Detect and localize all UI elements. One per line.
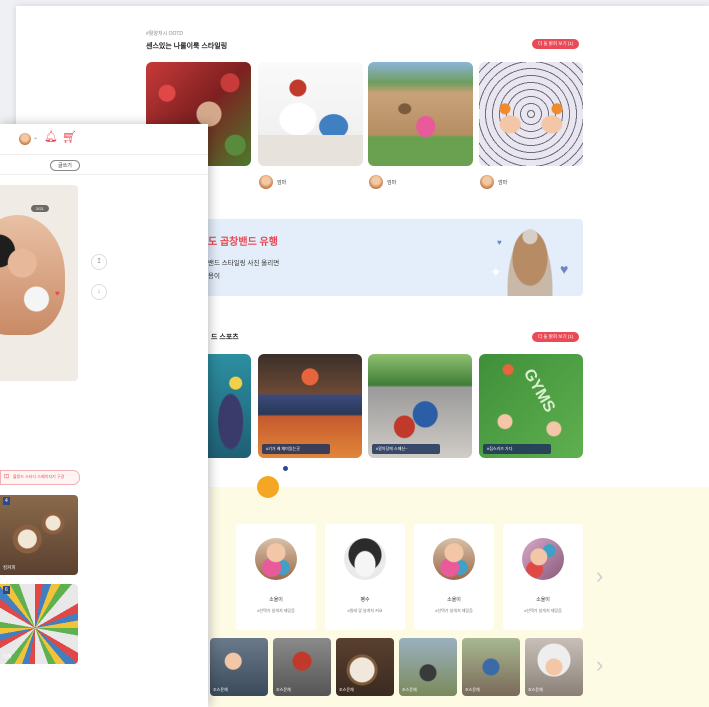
- thumb-label: 러케: [3, 654, 12, 659]
- sports-tag: #기거 배 재미있는곳: [262, 444, 330, 454]
- strip-label: 조스윤채: [528, 687, 543, 692]
- front-window: ⌄ 🔔︎ 🛒︎ 글쓰기 2/21 ♥ ↥ ↓ ⊡ 블랑드 스타디 스페이지기 구…: [0, 124, 208, 707]
- banner-headline: 도 곱창밴드 유행: [208, 237, 278, 248]
- promo-pill[interactable]: ⊡ 블랑드 스타디 스페이지기 구경: [0, 470, 80, 485]
- strip-label: 조스윤채: [213, 687, 228, 692]
- heart-icon: ♥: [560, 261, 569, 277]
- main-photo-card[interactable]: 2/21 ♥: [0, 185, 78, 381]
- banner-line2: 용이: [208, 273, 220, 280]
- main-photo: [0, 215, 65, 335]
- friend-name: 소울이: [447, 597, 461, 603]
- banner-girl-image: [506, 227, 554, 296]
- ootd-photo-2[interactable]: [258, 62, 363, 166]
- user-name: 엄마: [498, 180, 508, 186]
- divider: [0, 174, 208, 175]
- front-header: [0, 124, 208, 155]
- section1-title: 센스있는 나롤이룩 스타일링: [146, 43, 228, 50]
- friend-desc: #선택가 날개처 재밌음: [257, 608, 295, 613]
- arrow-down-icon[interactable]: ↓: [91, 284, 107, 300]
- sports-tag: #알아당에 스페신~: [372, 444, 440, 454]
- friend-name: 펭수: [360, 597, 370, 603]
- heart-icon: ♥: [55, 289, 60, 298]
- sports-photo-3[interactable]: #알아당에 스페신~: [368, 354, 472, 458]
- strip-photo[interactable]: 조스윤채: [525, 638, 583, 696]
- section2-more-button[interactable]: 더 둘 밝혀 보기 (1): [532, 332, 580, 342]
- strip-photo[interactable]: 조스윤채: [210, 638, 268, 696]
- friend-card[interactable]: 소울이 #선택가 날개처 재밌음: [236, 524, 316, 630]
- cart-icon[interactable]: 🛒︎: [62, 130, 77, 144]
- strip-photo[interactable]: 조스윤채: [462, 638, 520, 696]
- sports-photo-4[interactable]: GYMS #짐스키즈 가다: [479, 354, 583, 458]
- user-avatar[interactable]: [369, 175, 383, 189]
- friend-card[interactable]: 펭수 #원래 맞 날개처 커요: [325, 524, 405, 630]
- banner-line1: 밴드 스타일링 사진 올리면: [208, 260, 280, 267]
- friend-card[interactable]: 소울이 #선택가 날개처 재밌음: [503, 524, 583, 630]
- strip-photo[interactable]: 조스윤채: [336, 638, 394, 696]
- bell-icon[interactable]: 🔔︎: [44, 130, 58, 143]
- thumb-index: 4: [3, 497, 10, 505]
- thumb-label: 킹커피: [3, 565, 16, 570]
- section1-eyebrow: #활양저시 OOTD: [146, 31, 184, 37]
- section1-more-button[interactable]: 더 둘 밝혀 보기 (1): [532, 39, 580, 49]
- chevron-right-icon[interactable]: ›: [596, 563, 603, 589]
- promo-label: 블랑드 스타디 스페이지기 구경: [13, 474, 65, 479]
- star-icon: ✦: [490, 264, 502, 280]
- section2-title: 드 스포츠: [211, 334, 239, 341]
- strip-label: 조스윤채: [402, 687, 417, 692]
- heart-icon: ♥: [497, 238, 502, 247]
- chevron-right-icon[interactable]: ›: [596, 652, 603, 678]
- thumb-card[interactable]: 4 킹커피: [0, 495, 78, 575]
- strip-label: 조스윤채: [276, 687, 291, 692]
- friend-avatar: [433, 538, 475, 580]
- sports-tag: #짐스키즈 가다: [483, 444, 551, 454]
- strip-label: 조스윤채: [339, 687, 354, 692]
- user-avatar[interactable]: [259, 175, 273, 189]
- promo-banner[interactable]: 도 곱창밴드 유행 밴드 스타일링 사진 올리면 용이 ♥ ♥ ✦: [150, 219, 583, 296]
- user-name: 엄마: [277, 180, 287, 186]
- friend-desc: #선택가 날개처 재밌음: [435, 608, 473, 613]
- user-avatar[interactable]: [480, 175, 494, 189]
- sports-photo-2[interactable]: #기거 배 재미있는곳: [258, 354, 362, 458]
- friend-avatar: [522, 538, 564, 580]
- chevron-down-icon[interactable]: ⌄: [33, 134, 38, 141]
- promo-icon: ⊡: [4, 474, 10, 480]
- friend-name: 소울이: [536, 597, 550, 603]
- orange-dot-decoration: [257, 476, 279, 498]
- arrow-up-icon[interactable]: ↥: [91, 254, 107, 270]
- thumb-card[interactable]: 6 러케: [0, 584, 78, 664]
- strip-photo[interactable]: 조스윤채: [273, 638, 331, 696]
- friend-desc: #선택가 날개처 재밌음: [524, 608, 562, 613]
- ootd-photo-4[interactable]: [479, 62, 583, 166]
- user-name: 엄마: [387, 180, 397, 186]
- photo-counter: 2/21: [31, 205, 49, 212]
- profile-avatar[interactable]: [19, 133, 31, 145]
- friend-card[interactable]: 소울이 #선택가 날개처 재밌음: [414, 524, 494, 630]
- thumb-index: 6: [3, 586, 10, 594]
- strip-photo[interactable]: 조스윤채: [399, 638, 457, 696]
- carousel-dot[interactable]: [283, 466, 288, 471]
- write-button[interactable]: 글쓰기: [50, 160, 80, 171]
- friend-avatar: [344, 538, 386, 580]
- gyms-logo: GYMS: [519, 366, 559, 416]
- strip-label: 조스윤채: [465, 687, 480, 692]
- friend-name: 소울이: [269, 597, 283, 603]
- friend-avatar: [255, 538, 297, 580]
- ootd-photo-3[interactable]: [368, 62, 473, 166]
- friend-desc: #원래 맞 날개처 커요: [347, 608, 383, 613]
